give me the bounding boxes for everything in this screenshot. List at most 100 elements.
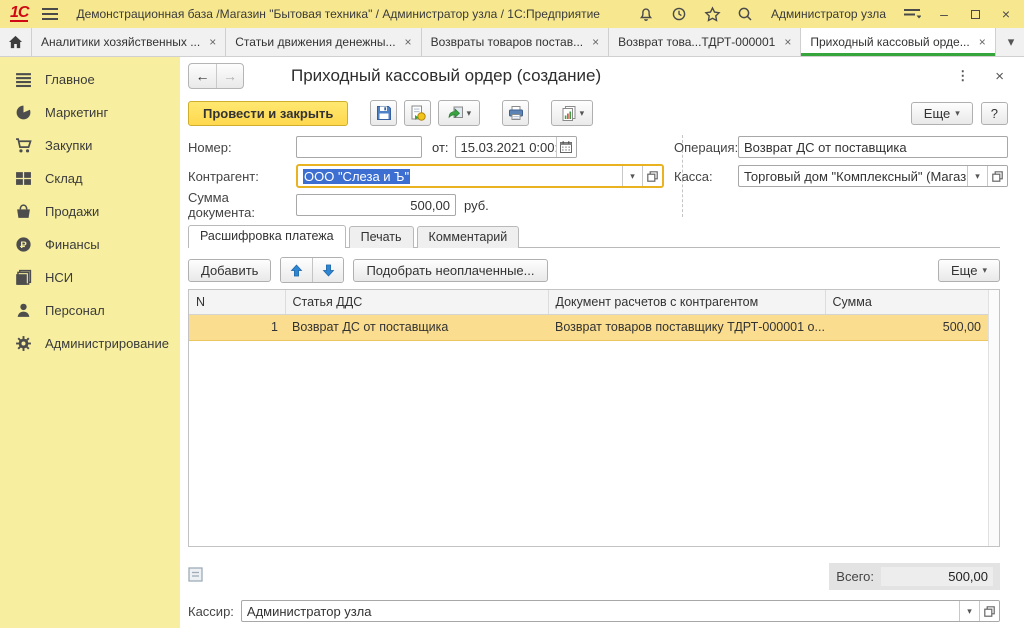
table-more-button[interactable]: Еще ▾: [938, 259, 1000, 282]
sidebar-item-label: Администрирование: [45, 336, 169, 351]
cashbox-dropdown-icon[interactable]: ▾: [967, 166, 987, 186]
main-menu-icon[interactable]: [42, 8, 58, 20]
sidebar-item-administration[interactable]: Администрирование: [0, 327, 180, 360]
tab-close-icon[interactable]: ×: [592, 35, 599, 49]
save-button[interactable]: [370, 100, 397, 126]
cashbox-open-icon[interactable]: [987, 166, 1007, 186]
date-value: 15.03.2021 0:00:00: [456, 140, 556, 155]
form-close-icon[interactable]: ×: [995, 68, 1004, 85]
total-value: 500,00: [881, 567, 993, 586]
column-header-item[interactable]: Статья ДДС: [285, 290, 548, 314]
forward-button[interactable]: →: [216, 64, 243, 88]
column-header-n[interactable]: N: [189, 290, 285, 314]
tab-label: Статьи движения денежны...: [235, 35, 395, 49]
chevron-down-icon: ▾: [982, 265, 987, 276]
more-button[interactable]: Еще ▾: [911, 102, 973, 125]
tab-close-icon[interactable]: ×: [784, 35, 791, 49]
tab-label: Возвраты товаров постав...: [431, 35, 584, 49]
cashier-dropdown-icon[interactable]: ▾: [959, 601, 979, 621]
counterparty-dropdown-icon[interactable]: ▾: [622, 166, 642, 186]
tab-comment[interactable]: Комментарий: [417, 226, 520, 248]
tab-label: Возврат това...ТДРТ-000001: [618, 35, 775, 49]
counterparty-open-icon[interactable]: [642, 166, 662, 186]
notifications-bell-icon[interactable]: [637, 5, 655, 23]
tab-print[interactable]: Печать: [349, 226, 414, 248]
tab-return-document[interactable]: Возврат това...ТДРТ-000001 ×: [609, 28, 801, 56]
cell-amount[interactable]: 500,00: [825, 314, 988, 340]
add-row-button[interactable]: Добавить: [188, 259, 271, 282]
cell-doc[interactable]: Возврат товаров поставщику ТДРТ-000001 о…: [548, 314, 825, 340]
payment-breakdown-table: N Статья ДДС Документ расчетов с контраг…: [188, 289, 1000, 547]
sidebar-item-personnel[interactable]: Персонал: [0, 294, 180, 327]
date-input[interactable]: 15.03.2021 0:00:00: [455, 136, 577, 158]
column-header-amount[interactable]: Сумма: [825, 290, 988, 314]
amount-value: 500,00: [297, 198, 455, 213]
calendar-icon[interactable]: [556, 137, 576, 157]
chevron-down-icon: ▾: [467, 108, 472, 119]
pick-unpaid-button[interactable]: Подобрать неоплаченные...: [353, 259, 547, 282]
comment-list-icon: [188, 567, 203, 585]
tab-cash-flow-items[interactable]: Статьи движения денежны... ×: [226, 28, 421, 56]
search-icon[interactable]: [736, 5, 754, 23]
open-windows-tab-bar: Аналитики хозяйственных ... × Статьи дви…: [0, 28, 1024, 57]
cashier-open-icon[interactable]: [979, 601, 999, 621]
tab-supplier-returns[interactable]: Возвраты товаров постав... ×: [422, 28, 610, 56]
number-label: Номер:: [188, 140, 296, 155]
back-button[interactable]: ←: [189, 64, 216, 88]
sidebar-item-main[interactable]: Главное: [0, 63, 180, 96]
tab-close-icon[interactable]: ×: [405, 35, 412, 49]
cell-item[interactable]: Возврат ДС от поставщика: [285, 314, 548, 340]
cashier-input[interactable]: Администратор узла ▾: [241, 600, 1000, 622]
amount-input[interactable]: 500,00: [296, 194, 456, 216]
cart-icon: [15, 137, 32, 154]
tab-list-chevron-down-icon[interactable]: ▾: [998, 28, 1024, 56]
post-button[interactable]: [404, 100, 431, 126]
maximize-button[interactable]: [967, 6, 983, 22]
home-tab[interactable]: [0, 28, 32, 56]
favorites-star-icon[interactable]: [703, 5, 721, 23]
sidebar-item-label: Финансы: [45, 237, 100, 252]
table-row[interactable]: 1 Возврат ДС от поставщика Возврат товар…: [189, 314, 988, 340]
person-icon: [15, 302, 32, 319]
sidebar-item-finance[interactable]: Р Финансы: [0, 228, 180, 261]
sidebar-item-nsi[interactable]: НСИ: [0, 261, 180, 294]
sidebar-item-purchases[interactable]: Закупки: [0, 129, 180, 162]
sidebar-item-sales[interactable]: Продажи: [0, 195, 180, 228]
create-based-on-button[interactable]: ▾: [438, 100, 480, 126]
table-scrollbar[interactable]: [988, 290, 999, 546]
move-down-arrow-icon[interactable]: [312, 258, 343, 282]
tab-payment-breakdown[interactable]: Расшифровка платежа: [188, 225, 346, 248]
tab-analytics[interactable]: Аналитики хозяйственных ... ×: [32, 28, 226, 56]
chevron-down-icon: ▾: [955, 108, 960, 119]
form-title: Приходный кассовый ордер (создание): [291, 66, 601, 86]
counterparty-input[interactable]: ООО "Слеза и Ъ" ▾: [296, 164, 664, 188]
books-icon: [15, 269, 32, 286]
operation-input[interactable]: Возврат ДС от поставщика: [738, 136, 1008, 158]
current-user[interactable]: Администратор узла: [771, 7, 886, 21]
cashbox-input[interactable]: Торговый дом "Комплексный" (Магазин "Пр …: [738, 165, 1008, 187]
help-button[interactable]: ?: [981, 102, 1008, 125]
number-input[interactable]: [296, 136, 422, 158]
minimize-button[interactable]: –: [936, 6, 952, 22]
printer-icon: [508, 105, 524, 121]
tab-close-icon[interactable]: ×: [209, 35, 216, 49]
print-button[interactable]: [502, 100, 529, 126]
sidebar-item-label: Персонал: [45, 303, 105, 318]
floppy-icon: [376, 105, 392, 121]
sidebar-item-warehouse[interactable]: Склад: [0, 162, 180, 195]
history-icon[interactable]: [670, 5, 688, 23]
post-and-close-button[interactable]: Провести и закрыть: [188, 101, 348, 126]
tab-close-icon[interactable]: ×: [979, 35, 986, 49]
total-label: Всего:: [836, 569, 874, 584]
reports-button[interactable]: ▾: [551, 100, 593, 126]
cell-n[interactable]: 1: [189, 314, 285, 340]
amount-label: Сумма документа:: [188, 190, 296, 220]
column-header-doc[interactable]: Документ расчетов с контрагентом: [548, 290, 825, 314]
service-settings-icon[interactable]: [903, 5, 921, 23]
sidebar-item-marketing[interactable]: Маркетинг: [0, 96, 180, 129]
form-menu-dots-icon[interactable]: ⋮: [956, 68, 969, 84]
move-up-arrow-icon[interactable]: [281, 258, 312, 282]
tab-cash-receipt-order[interactable]: Приходный кассовый орде... ×: [801, 28, 995, 56]
sidebar-item-label: Склад: [45, 171, 83, 186]
close-window-button[interactable]: ×: [998, 6, 1014, 22]
